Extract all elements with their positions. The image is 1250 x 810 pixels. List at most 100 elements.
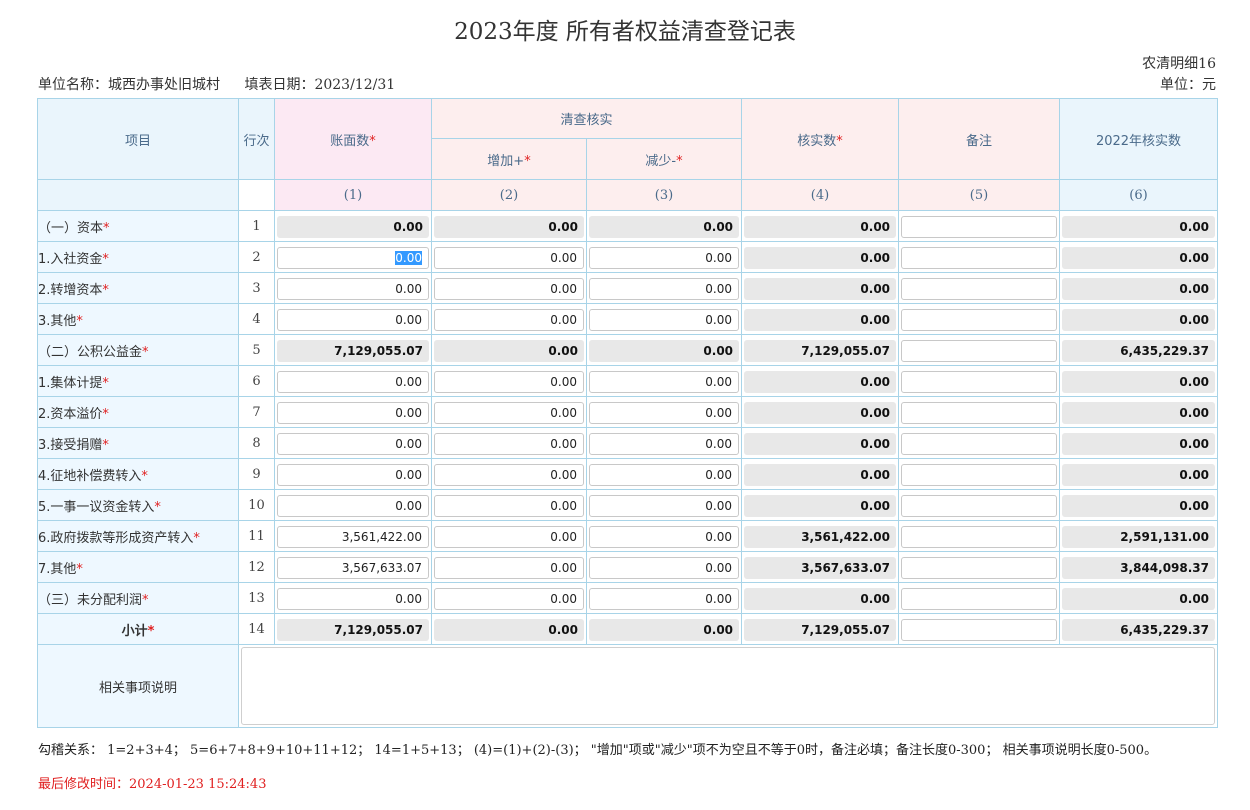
note-input[interactable]: [901, 216, 1058, 238]
prev-verified-value: 3,844,098.37: [1062, 557, 1216, 579]
row-label-cell: 3.接受捐赠*: [37, 427, 239, 459]
row-label-cell: （二）公积公益金*: [37, 334, 239, 366]
note-cell: [898, 582, 1061, 614]
note-input[interactable]: [901, 340, 1058, 362]
increase-value-input[interactable]: 0.00: [434, 557, 584, 579]
fill-date: 填表日期：2023/12/31: [244, 77, 396, 93]
cell-wrap: 0.00: [432, 275, 586, 301]
increase-value-input[interactable]: 0.00: [434, 309, 584, 331]
verified-value-cell: 0.00: [741, 303, 900, 335]
cell-wrap: [899, 244, 1059, 270]
decrease-value-input[interactable]: 0.00: [589, 433, 740, 455]
decrease-value-input[interactable]: 0.00: [589, 371, 740, 393]
decrease-value-input[interactable]: 0.00: [589, 495, 740, 517]
increase-value-input[interactable]: 0.00: [434, 402, 584, 424]
note-input[interactable]: [901, 464, 1058, 486]
increase-value-input[interactable]: 0.00: [434, 371, 584, 393]
cell-wrap: 0.00: [1060, 461, 1217, 487]
increase-value-input[interactable]: 0.00: [434, 464, 584, 486]
prev-verified-cell: 3,844,098.37: [1059, 551, 1219, 583]
book-value-input[interactable]: 0.00: [277, 433, 429, 455]
cell-wrap: 0.00: [432, 399, 586, 425]
increase-value-input[interactable]: 0.00: [434, 278, 584, 300]
decrease-value-input[interactable]: 0.00: [589, 247, 740, 269]
note-cell: [898, 427, 1061, 459]
prev-verified-cell: 0.00: [1059, 303, 1219, 335]
form-meta: 单位名称：城西办事处旧城村 填表日期：2023/12/31 单位：元: [38, 74, 1216, 94]
row-number: 10: [238, 489, 275, 521]
book-value-input[interactable]: 0.00: [277, 309, 429, 331]
cell-wrap: 0.00: [1060, 368, 1217, 394]
decrease-value-input[interactable]: 0.00: [589, 526, 740, 548]
decrease-value-input[interactable]: 0.00: [589, 557, 740, 579]
note-input[interactable]: [901, 371, 1058, 393]
book-value-input[interactable]: 0.00: [277, 495, 429, 517]
increase-value-readonly: 0.00: [434, 619, 584, 641]
row-number: 13: [238, 582, 275, 614]
note-input[interactable]: [901, 526, 1058, 548]
book-value-input[interactable]: 0.00: [277, 278, 429, 300]
decrease-value-input[interactable]: 0.00: [589, 278, 740, 300]
row-label: （三）未分配利润: [38, 592, 143, 608]
increase-value-input[interactable]: 0.00: [434, 526, 584, 548]
note-input[interactable]: [901, 557, 1058, 579]
increase-value-input[interactable]: 0.00: [434, 247, 584, 269]
last-modified: 最后修改时间：2024-01-23 15:24:43: [38, 777, 267, 792]
cell-wrap: 0.00: [587, 244, 741, 270]
table-row: （一）资本* 1 0.00 0.00 0.00 0.00 0.00: [37, 210, 1219, 242]
book-value-input[interactable]: 0.00: [277, 371, 429, 393]
cell-wrap: 0.00: [587, 213, 741, 239]
increase-value-input[interactable]: 0.00: [434, 588, 584, 610]
header-decrease-label: 减少-: [645, 153, 677, 169]
book-value-cell: 0.00: [274, 241, 432, 273]
decrease-value-input[interactable]: 0.00: [589, 464, 740, 486]
cell-wrap: [899, 337, 1059, 363]
note-input[interactable]: [901, 619, 1058, 641]
header-verified: 核实数*: [741, 98, 900, 180]
table-row: 3.其他* 4 0.00 0.00 0.00 0.00 0.00: [37, 303, 1219, 335]
book-value-input[interactable]: 0.00: [277, 464, 429, 486]
note-input[interactable]: [901, 433, 1058, 455]
prev-verified-value: 0.00: [1062, 309, 1216, 331]
book-value-input[interactable]: 0.00: [277, 402, 429, 424]
note-input[interactable]: [901, 278, 1058, 300]
verified-value-cell: 0.00: [741, 241, 900, 273]
verified-value: 0.00: [744, 278, 897, 300]
row-label: （二）公积公益金: [38, 344, 143, 360]
cell-wrap: [899, 461, 1059, 487]
note-input[interactable]: [901, 588, 1058, 610]
required-mark: *: [154, 499, 161, 515]
note-input[interactable]: [901, 309, 1058, 331]
decrease-value-input[interactable]: 0.00: [589, 402, 740, 424]
verified-value: 0.00: [744, 495, 897, 517]
description-row: 相关事项说明: [37, 644, 1219, 728]
required-mark: *: [193, 530, 200, 546]
currency-unit: 单位：元: [1160, 77, 1216, 93]
decrease-value-input[interactable]: 0.00: [589, 588, 740, 610]
increase-value-input[interactable]: 0.00: [434, 495, 584, 517]
cell-wrap: [899, 523, 1059, 549]
unit-name: 单位名称：城西办事处旧城村: [38, 77, 220, 93]
header-verified-label: 核实数: [797, 133, 837, 149]
cell-wrap: [899, 213, 1059, 239]
cell-wrap: 0.00: [587, 399, 741, 425]
note-input[interactable]: [901, 495, 1058, 517]
decrease-value-input[interactable]: 0.00: [589, 309, 740, 331]
book-value-input[interactable]: 3,561,422.00: [277, 526, 429, 548]
book-value-input[interactable]: 0.00: [277, 588, 429, 610]
decrease-value-cell: 0.00: [585, 427, 743, 459]
note-input[interactable]: [901, 402, 1058, 424]
verified-value: 7,129,055.07: [744, 619, 897, 641]
book-value-input[interactable]: 0.00: [277, 247, 429, 269]
increase-value-readonly: 0.00: [434, 340, 584, 362]
increase-value-input[interactable]: 0.00: [434, 433, 584, 455]
description-textarea[interactable]: [241, 647, 1216, 725]
row-label-cell: 3.其他*: [37, 303, 239, 335]
verified-value-cell: 7,129,055.07: [741, 613, 900, 645]
decrease-value-cell: 0.00: [585, 613, 743, 645]
prev-verified-cell: 0.00: [1059, 427, 1219, 459]
cell-wrap: 0.00: [742, 244, 898, 270]
book-value-input[interactable]: 3,567,633.07: [277, 557, 429, 579]
verified-value: 3,561,422.00: [744, 526, 897, 548]
note-input[interactable]: [901, 247, 1058, 269]
